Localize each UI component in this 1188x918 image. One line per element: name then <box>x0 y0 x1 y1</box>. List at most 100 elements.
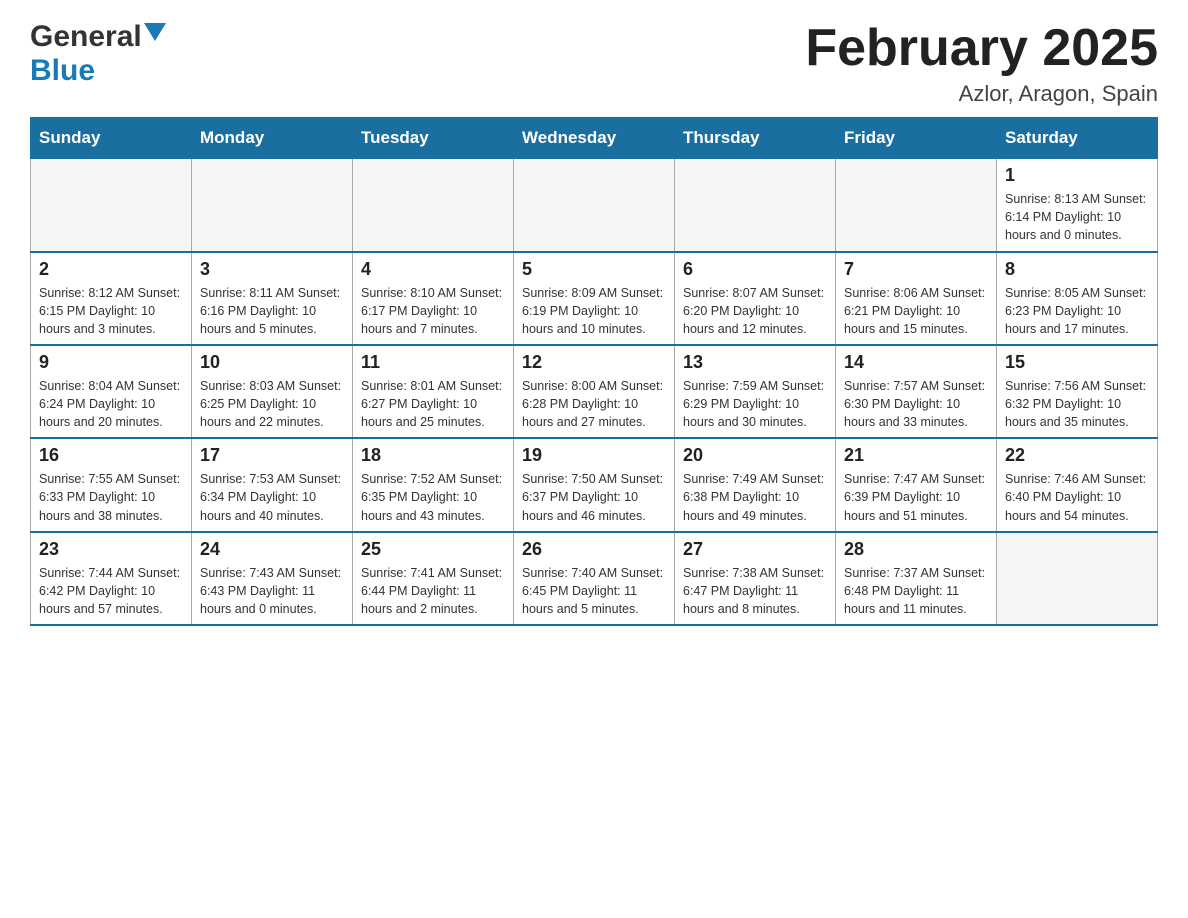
page-header: General Blue February 2025 Azlor, Aragon… <box>30 20 1158 107</box>
calendar-cell: 4 Sunrise: 8:10 AM Sunset: 6:17 PM Daylig… <box>353 252 514 345</box>
day-info: Sunrise: 7:43 AM Sunset: 6:43 PM Dayligh… <box>200 564 344 618</box>
weekday-header-friday: Friday <box>836 118 997 159</box>
calendar-cell: 13 Sunrise: 7:59 AM Sunset: 6:29 PM Dayli… <box>675 345 836 438</box>
day-number: 9 <box>39 352 183 373</box>
calendar-cell: 12 Sunrise: 8:00 AM Sunset: 6:28 PM Dayli… <box>514 345 675 438</box>
calendar-cell: 6Sunrise: 8:07 AM Sunset: 6:20 PM Daylig… <box>675 252 836 345</box>
day-number: 12 <box>522 352 666 373</box>
calendar-cell: 24 Sunrise: 7:43 AM Sunset: 6:43 PM Dayli… <box>192 532 353 625</box>
day-info: Sunrise: 7:46 AM Sunset: 6:40 PM Dayligh… <box>1005 470 1149 524</box>
day-number: 3 <box>200 259 344 280</box>
day-info: Sunrise: 8:00 AM Sunset: 6:28 PM Dayligh… <box>522 377 666 431</box>
calendar-cell <box>31 159 192 252</box>
weekday-header-tuesday: Tuesday <box>353 118 514 159</box>
calendar-cell: 16 Sunrise: 7:55 AM Sunset: 6:33 PM Dayli… <box>31 438 192 531</box>
day-info: Sunrise: 7:52 AM Sunset: 6:35 PM Dayligh… <box>361 470 505 524</box>
calendar-cell: 27 Sunrise: 7:38 AM Sunset: 6:47 PM Dayli… <box>675 532 836 625</box>
calendar-cell: 7 Sunrise: 8:06 AM Sunset: 6:21 PM Daylig… <box>836 252 997 345</box>
day-number: 11 <box>361 352 505 373</box>
day-info: Sunrise: 8:12 AM Sunset: 6:15 PM Dayligh… <box>39 284 183 338</box>
calendar-table: SundayMondayTuesdayWednesdayThursdayFrid… <box>30 117 1158 626</box>
day-number: 15 <box>1005 352 1149 373</box>
day-number: 2 <box>39 259 183 280</box>
day-number: 1 <box>1005 165 1149 186</box>
day-number: 23 <box>39 539 183 560</box>
day-info: Sunrise: 8:03 AM Sunset: 6:25 PM Dayligh… <box>200 377 344 431</box>
weekday-header-thursday: Thursday <box>675 118 836 159</box>
week-row-5: 23 Sunrise: 7:44 AM Sunset: 6:42 PM Dayli… <box>31 532 1158 625</box>
day-number: 4 <box>361 259 505 280</box>
day-info: Sunrise: 7:41 AM Sunset: 6:44 PM Dayligh… <box>361 564 505 618</box>
calendar-cell: 15Sunrise: 7:56 AM Sunset: 6:32 PM Dayli… <box>997 345 1158 438</box>
day-number: 8 <box>1005 259 1149 280</box>
day-number: 27 <box>683 539 827 560</box>
day-number: 21 <box>844 445 988 466</box>
calendar-subtitle: Azlor, Aragon, Spain <box>805 81 1158 107</box>
day-number: 10 <box>200 352 344 373</box>
weekday-header-saturday: Saturday <box>997 118 1158 159</box>
day-number: 13 <box>683 352 827 373</box>
logo-blue-text: Blue <box>30 54 95 88</box>
day-info: Sunrise: 8:01 AM Sunset: 6:27 PM Dayligh… <box>361 377 505 431</box>
day-number: 20 <box>683 445 827 466</box>
weekday-header-row: SundayMondayTuesdayWednesdayThursdayFrid… <box>31 118 1158 159</box>
day-info: Sunrise: 7:59 AM Sunset: 6:29 PM Dayligh… <box>683 377 827 431</box>
day-info: Sunrise: 8:10 AM Sunset: 6:17 PM Dayligh… <box>361 284 505 338</box>
weekday-header-wednesday: Wednesday <box>514 118 675 159</box>
week-row-4: 16 Sunrise: 7:55 AM Sunset: 6:33 PM Dayli… <box>31 438 1158 531</box>
week-row-3: 9 Sunrise: 8:04 AM Sunset: 6:24 PM Daylig… <box>31 345 1158 438</box>
day-number: 17 <box>200 445 344 466</box>
day-number: 7 <box>844 259 988 280</box>
day-info: Sunrise: 7:55 AM Sunset: 6:33 PM Dayligh… <box>39 470 183 524</box>
calendar-body: 1 Sunrise: 8:13 AM Sunset: 6:14 PM Daylig… <box>31 159 1158 625</box>
calendar-cell: 18 Sunrise: 7:52 AM Sunset: 6:35 PM Dayli… <box>353 438 514 531</box>
calendar-cell: 3 Sunrise: 8:11 AM Sunset: 6:16 PM Daylig… <box>192 252 353 345</box>
day-number: 19 <box>522 445 666 466</box>
day-number: 22 <box>1005 445 1149 466</box>
calendar-cell: 20Sunrise: 7:49 AM Sunset: 6:38 PM Dayli… <box>675 438 836 531</box>
day-info: Sunrise: 8:07 AM Sunset: 6:20 PM Dayligh… <box>683 284 827 338</box>
day-info: Sunrise: 8:13 AM Sunset: 6:14 PM Dayligh… <box>1005 190 1149 244</box>
calendar-title: February 2025 <box>805 20 1158 77</box>
calendar-cell <box>836 159 997 252</box>
day-number: 16 <box>39 445 183 466</box>
day-info: Sunrise: 7:57 AM Sunset: 6:30 PM Dayligh… <box>844 377 988 431</box>
calendar-cell: 14Sunrise: 7:57 AM Sunset: 6:30 PM Dayli… <box>836 345 997 438</box>
calendar-cell: 19Sunrise: 7:50 AM Sunset: 6:37 PM Dayli… <box>514 438 675 531</box>
day-number: 28 <box>844 539 988 560</box>
logo-arrow-icon <box>144 23 166 45</box>
week-row-1: 1 Sunrise: 8:13 AM Sunset: 6:14 PM Daylig… <box>31 159 1158 252</box>
logo-general-text: General <box>30 20 142 54</box>
weekday-header-monday: Monday <box>192 118 353 159</box>
day-info: Sunrise: 7:47 AM Sunset: 6:39 PM Dayligh… <box>844 470 988 524</box>
calendar-cell: 22 Sunrise: 7:46 AM Sunset: 6:40 PM Dayli… <box>997 438 1158 531</box>
week-row-2: 2 Sunrise: 8:12 AM Sunset: 6:15 PM Daylig… <box>31 252 1158 345</box>
day-number: 18 <box>361 445 505 466</box>
day-info: Sunrise: 8:09 AM Sunset: 6:19 PM Dayligh… <box>522 284 666 338</box>
calendar-header: SundayMondayTuesdayWednesdayThursdayFrid… <box>31 118 1158 159</box>
calendar-cell <box>192 159 353 252</box>
day-info: Sunrise: 7:44 AM Sunset: 6:42 PM Dayligh… <box>39 564 183 618</box>
day-info: Sunrise: 8:06 AM Sunset: 6:21 PM Dayligh… <box>844 284 988 338</box>
title-block: February 2025 Azlor, Aragon, Spain <box>805 20 1158 107</box>
day-info: Sunrise: 8:04 AM Sunset: 6:24 PM Dayligh… <box>39 377 183 431</box>
weekday-header-sunday: Sunday <box>31 118 192 159</box>
calendar-cell <box>514 159 675 252</box>
calendar-cell: 11 Sunrise: 8:01 AM Sunset: 6:27 PM Dayli… <box>353 345 514 438</box>
day-number: 26 <box>522 539 666 560</box>
calendar-cell <box>997 532 1158 625</box>
day-number: 24 <box>200 539 344 560</box>
calendar-cell: 5 Sunrise: 8:09 AM Sunset: 6:19 PM Daylig… <box>514 252 675 345</box>
logo: General Blue <box>30 20 166 88</box>
calendar-cell: 23 Sunrise: 7:44 AM Sunset: 6:42 PM Dayli… <box>31 532 192 625</box>
day-number: 25 <box>361 539 505 560</box>
calendar-cell: 9 Sunrise: 8:04 AM Sunset: 6:24 PM Daylig… <box>31 345 192 438</box>
day-info: Sunrise: 7:38 AM Sunset: 6:47 PM Dayligh… <box>683 564 827 618</box>
calendar-cell: 2 Sunrise: 8:12 AM Sunset: 6:15 PM Daylig… <box>31 252 192 345</box>
calendar-cell: 25 Sunrise: 7:41 AM Sunset: 6:44 PM Dayli… <box>353 532 514 625</box>
calendar-cell: 17Sunrise: 7:53 AM Sunset: 6:34 PM Dayli… <box>192 438 353 531</box>
day-info: Sunrise: 7:40 AM Sunset: 6:45 PM Dayligh… <box>522 564 666 618</box>
calendar-cell: 26 Sunrise: 7:40 AM Sunset: 6:45 PM Dayli… <box>514 532 675 625</box>
day-number: 5 <box>522 259 666 280</box>
day-info: Sunrise: 8:11 AM Sunset: 6:16 PM Dayligh… <box>200 284 344 338</box>
